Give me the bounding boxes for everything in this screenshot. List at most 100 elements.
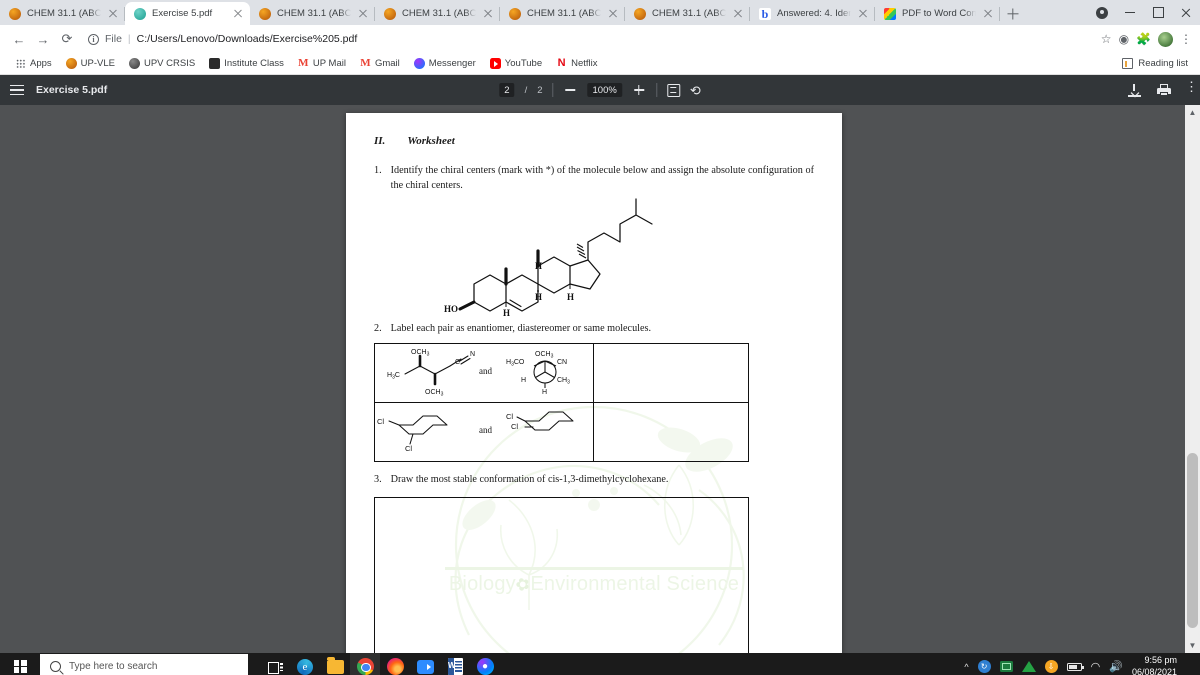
- bookmark-youtube[interactable]: YouTube: [483, 55, 549, 73]
- bookmark-netflix[interactable]: N Netflix: [549, 55, 604, 73]
- zoom-out-button[interactable]: [564, 83, 578, 97]
- table-row: H3C OCH3 OCH3 C N and H3CO OCH3 CN H CH3…: [374, 343, 749, 404]
- print-icon[interactable]: [1157, 84, 1171, 96]
- close-icon[interactable]: [482, 8, 494, 20]
- vertical-scrollbar[interactable]: ▲ ▼: [1185, 105, 1200, 653]
- download-icon[interactable]: [1128, 83, 1141, 97]
- reload-button[interactable]: ⟳: [56, 28, 78, 50]
- browser-tab-4[interactable]: CHEM 31.1 (ABCD) MY AY: [500, 2, 625, 25]
- system-tray: ^ ↻ ⇩ ◠ 🔊 9:56 pm 06/08/2021: [964, 653, 1200, 675]
- nvidia-icon[interactable]: [1021, 661, 1036, 672]
- browser-tab-5[interactable]: CHEM 31.1 (ABCD) MY AY: [625, 2, 750, 25]
- close-icon[interactable]: [357, 8, 369, 20]
- wifi-icon[interactable]: ◠: [1091, 660, 1101, 673]
- taskbar-app-messenger[interactable]: ●: [470, 653, 500, 675]
- browser-tab-2[interactable]: CHEM 31.1 (ABCD) MY AY: [250, 2, 375, 25]
- display-icon[interactable]: [999, 661, 1013, 672]
- address-input[interactable]: i File | C:/Users/Lenovo/Downloads/Exerc…: [80, 29, 1091, 49]
- chem-icon: [9, 7, 21, 20]
- reading-list-button[interactable]: Reading list: [1122, 58, 1192, 69]
- bookmark-institute-class[interactable]: Institute Class: [202, 55, 291, 73]
- rotate-icon[interactable]: ⟲: [690, 84, 701, 97]
- pdf-viewport[interactable]: Biology✿Environmental Science II. Worksh…: [0, 105, 1200, 653]
- page-number-input[interactable]: 2: [499, 83, 515, 97]
- close-icon[interactable]: [607, 8, 619, 20]
- browser-tab-7[interactable]: PDF to Word Converter - 1: [875, 2, 1000, 25]
- pair-cell-2: Cl Cl Cl Cl and: [374, 402, 594, 463]
- scroll-up-icon[interactable]: ▲: [1185, 105, 1200, 120]
- page-info-icon[interactable]: i: [88, 33, 99, 45]
- answer-cell-2[interactable]: [593, 402, 749, 463]
- bookmark-star-icon[interactable]: ☆: [1101, 32, 1112, 46]
- taskbar-app-chrome[interactable]: [350, 653, 380, 675]
- scroll-down-icon[interactable]: ▼: [1185, 638, 1200, 653]
- crsis-icon: [128, 58, 140, 69]
- browser-tab-1[interactable]: Exercise 5.pdf: [125, 2, 250, 25]
- chem-icon: [384, 7, 396, 20]
- taskbar-app-firefox[interactable]: [380, 653, 410, 675]
- browser-tab-3[interactable]: CHEM 31.1 (ABCD) MY AY: [375, 2, 500, 25]
- taskbar-app-file-explorer[interactable]: [320, 653, 350, 675]
- bookmark-upv-crsis[interactable]: UPV CRSIS: [122, 55, 202, 73]
- taskbar-app-word[interactable]: [440, 653, 470, 675]
- hamburger-icon[interactable]: [10, 84, 24, 96]
- sync-icon[interactable]: ↻: [977, 660, 991, 673]
- forward-button[interactable]: →: [32, 28, 54, 50]
- bookmark-gmail[interactable]: M Gmail: [353, 55, 407, 73]
- close-icon[interactable]: [107, 8, 119, 20]
- pdf-toolbar: Exercise 5.pdf 2 / 2 100% ⟲: [0, 75, 1200, 105]
- label-H: H: [542, 389, 547, 396]
- scrollbar-thumb[interactable]: [1187, 453, 1198, 628]
- label-Cl: Cl: [511, 422, 518, 431]
- new-tab-button[interactable]: [1000, 2, 1026, 25]
- label-H: H: [567, 292, 574, 302]
- taskbar-clock[interactable]: 9:56 pm 06/08/2021: [1132, 655, 1179, 675]
- profile-status-icon[interactable]: [1088, 0, 1116, 25]
- chrome-menu-icon[interactable]: ⋮: [1180, 32, 1192, 46]
- taskbar-app-zoom[interactable]: [410, 653, 440, 675]
- task-view-button[interactable]: [260, 653, 290, 675]
- question-text: Label each pair as enantiomer, diastereo…: [390, 322, 652, 334]
- zoom-level: 100%: [587, 83, 622, 97]
- start-button[interactable]: [0, 653, 40, 675]
- answer-cell-1[interactable]: [593, 343, 749, 404]
- show-hidden-icons-chevron[interactable]: ^: [964, 662, 968, 672]
- volume-icon[interactable]: 🔊: [1109, 660, 1123, 673]
- firefox-icon: [386, 658, 404, 675]
- close-icon[interactable]: [732, 8, 744, 20]
- label-CN: CN: [557, 359, 567, 366]
- task-view-icon: [267, 661, 283, 674]
- close-icon[interactable]: [982, 8, 994, 20]
- minimize-button[interactable]: [1116, 0, 1144, 25]
- taskbar-search-input[interactable]: Type here to search: [40, 654, 248, 675]
- label-H3CO: H3CO: [506, 359, 525, 368]
- question-number: 2.: [374, 322, 382, 334]
- share-icon[interactable]: ◉: [1119, 32, 1129, 46]
- bookmark-label: Messenger: [428, 58, 476, 69]
- close-window-button[interactable]: [1172, 0, 1200, 25]
- bookmark-up-vle[interactable]: UP-VLE: [59, 55, 122, 73]
- browser-tab-6[interactable]: b Answered: 4. Identify the c: [750, 2, 875, 25]
- maximize-button[interactable]: [1144, 0, 1172, 25]
- close-icon[interactable]: [232, 8, 244, 20]
- file-explorer-icon: [326, 657, 344, 674]
- browser-tab-0[interactable]: CHEM 31.1 (ABCD) MY AY: [0, 2, 125, 25]
- answer-box[interactable]: [374, 497, 749, 653]
- bookmark-messenger[interactable]: Messenger: [407, 55, 483, 73]
- bookmark-apps[interactable]: Apps: [8, 55, 59, 73]
- fit-to-page-icon[interactable]: [666, 83, 680, 97]
- battery-icon[interactable]: [1066, 662, 1084, 671]
- extensions-puzzle-icon[interactable]: 🧩: [1136, 32, 1151, 46]
- taskbar-app-edge[interactable]: e: [290, 653, 320, 675]
- notification-center-button[interactable]: [1188, 653, 1192, 675]
- back-button[interactable]: ←: [8, 28, 30, 50]
- close-icon[interactable]: [857, 8, 869, 20]
- avatar[interactable]: [1158, 31, 1173, 47]
- netflix-icon: N: [557, 57, 566, 69]
- update-icon[interactable]: ⇩: [1044, 660, 1058, 673]
- more-options-icon[interactable]: [1185, 80, 1198, 97]
- zoom-in-button[interactable]: [632, 83, 646, 97]
- url-text: C:/Users/Lenovo/Downloads/Exercise%205.p…: [136, 33, 358, 45]
- search-icon: [50, 661, 61, 672]
- bookmark-up-mail[interactable]: M UP Mail: [291, 55, 353, 73]
